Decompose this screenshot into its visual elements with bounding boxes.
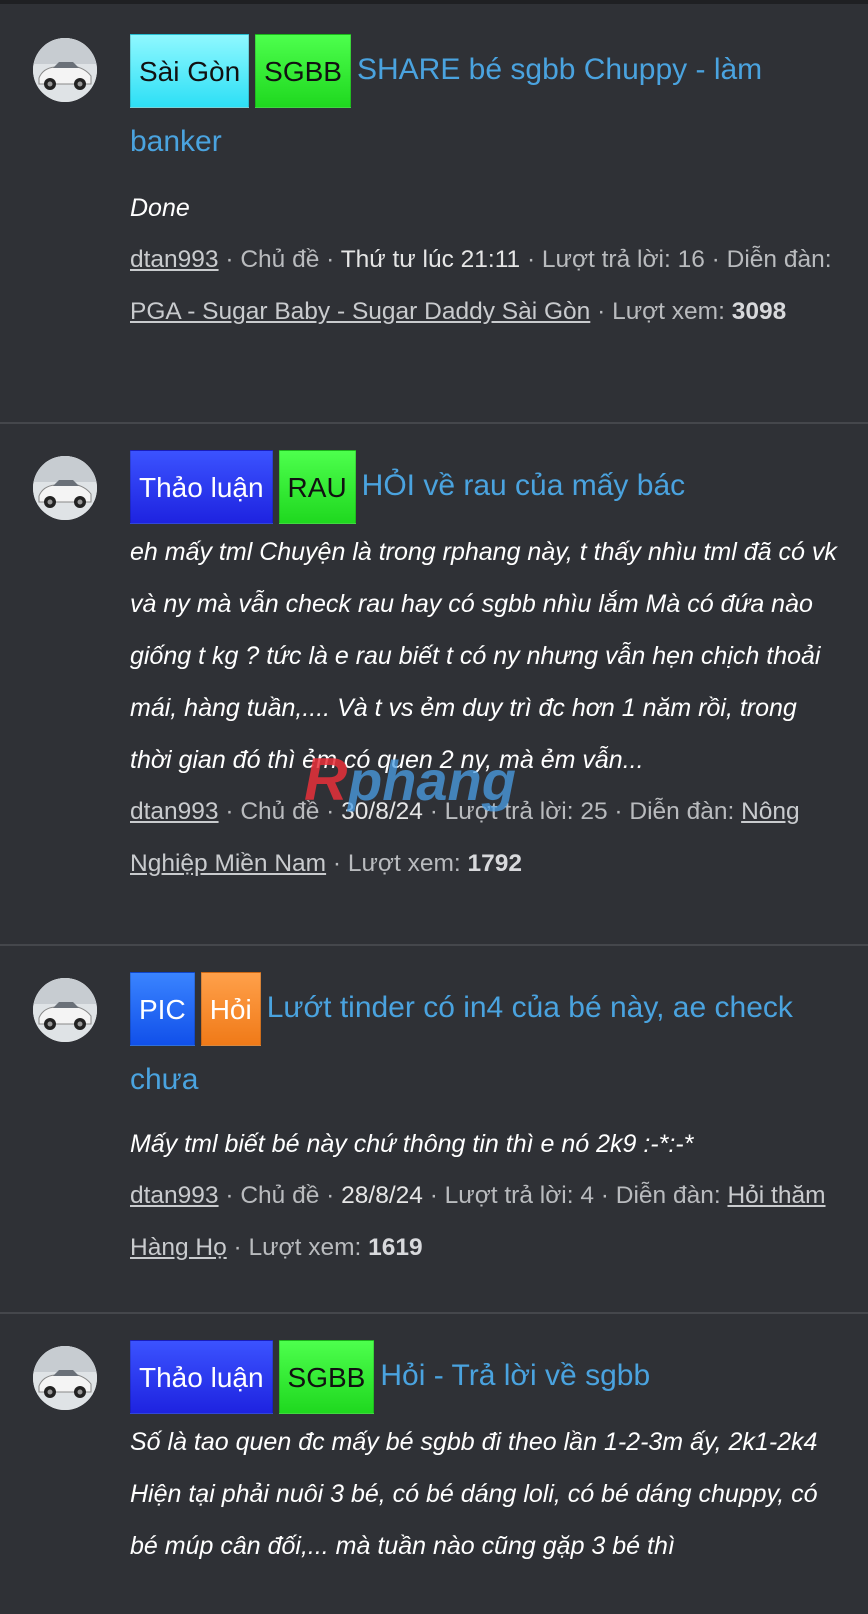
role-label: Chủ đề: [240, 798, 320, 825]
author-link[interactable]: dtan993: [130, 1182, 219, 1209]
thread-title-link[interactable]: Hỏi - Trả lời về sgbb: [380, 1359, 650, 1392]
tag-badge[interactable]: RAU: [278, 450, 356, 524]
tag-badge[interactable]: Hỏi: [200, 972, 261, 1046]
tag-badge[interactable]: PIC: [130, 972, 195, 1046]
tag-badge[interactable]: SGBB: [255, 34, 351, 108]
forum-link[interactable]: PGA - Sugar Baby - Sugar Daddy Sài Gòn: [130, 298, 590, 325]
author-link[interactable]: dtan993: [130, 246, 219, 273]
thread-title-line: Thảo luận SGBB Hỏi - Trả lời về sgbb: [130, 1340, 842, 1414]
role-label: Chủ đề: [240, 246, 320, 273]
replies-count: 16: [677, 246, 705, 273]
thread-title-line: PIC Hỏi Lướt tinder có in4 của bé này, ae …: [130, 972, 842, 1114]
date: 30/8/24: [341, 798, 423, 825]
replies-label: Lượt trả lời:: [444, 798, 574, 825]
tag-badge[interactable]: Sài Gòn: [130, 34, 250, 108]
car-icon: [33, 978, 97, 1042]
thread-item[interactable]: Thảo luận RAU HỎI về rau của mấy bác eh mấ…: [0, 424, 868, 946]
car-icon: [33, 38, 97, 102]
avatar[interactable]: [33, 38, 97, 102]
thread-item[interactable]: Thảo luận SGBB Hỏi - Trả lời về sgbb Số là…: [0, 1314, 868, 1614]
replies-label: Lượt trả lời:: [444, 1182, 574, 1209]
author-link[interactable]: dtan993: [130, 798, 219, 825]
thread-meta: dtan993 · Chủ đề · 30/8/24 · Lượt trả lờ…: [130, 798, 800, 877]
views-count: 1619: [368, 1234, 423, 1261]
thread-item[interactable]: Sài Gòn SGBB SHARE bé sgbb Chuppy - làm ba…: [0, 4, 868, 424]
forum-label: Diễn đàn:: [726, 246, 832, 273]
tag-badge[interactable]: SGBB: [278, 1340, 375, 1414]
thread-title-link[interactable]: HỎI về rau của mấy bác: [362, 469, 685, 502]
car-icon: [33, 456, 97, 520]
date: Thứ tư lúc 21:11: [340, 246, 521, 273]
avatar[interactable]: [33, 978, 97, 1042]
forum-label: Diễn đàn:: [629, 798, 735, 825]
car-icon: [33, 1346, 97, 1410]
thread-title-line: Thảo luận RAU HỎI về rau của mấy bác: [130, 450, 842, 524]
views-label: Lượt xem:: [612, 298, 725, 325]
views-label: Lượt xem:: [347, 850, 461, 877]
views-label: Lượt xem:: [248, 1234, 362, 1261]
forum-label: Diễn đàn:: [615, 1182, 721, 1209]
replies-label: Lượt trả lời:: [541, 246, 671, 273]
avatar[interactable]: [33, 1346, 97, 1410]
thread-meta: dtan993 · Chủ đề · 28/8/24 · Lượt trả lờ…: [130, 1182, 826, 1261]
date: 28/8/24: [341, 1182, 423, 1209]
views-count: 1792: [467, 850, 523, 877]
replies-count: 25: [580, 798, 608, 825]
role-label: Chủ đề: [240, 1182, 320, 1209]
thread-title-line: Sài Gòn SGBB SHARE bé sgbb Chuppy - làm ba…: [130, 34, 842, 176]
thread-snippet: eh mấy tml Chuyện là trong rphang này, t…: [130, 538, 837, 774]
avatar[interactable]: [33, 456, 97, 520]
replies-count: 4: [580, 1182, 594, 1209]
thread-snippet: Mấy tml biết bé này chứ thông tin thì e …: [130, 1130, 694, 1158]
views-count: 3098: [731, 298, 787, 325]
tag-badge[interactable]: Thảo luận: [130, 1340, 273, 1414]
thread-item[interactable]: PIC Hỏi Lướt tinder có in4 của bé này, ae …: [0, 946, 868, 1314]
thread-snippet: Số là tao quen đc mấy bé sgbb đi theo lầ…: [130, 1428, 818, 1560]
tag-badge[interactable]: Thảo luận: [130, 450, 273, 524]
thread-meta: dtan993 · Chủ đề · Thứ tư lúc 21:11 · Lư…: [130, 246, 832, 325]
thread-snippet: Done: [130, 194, 190, 222]
